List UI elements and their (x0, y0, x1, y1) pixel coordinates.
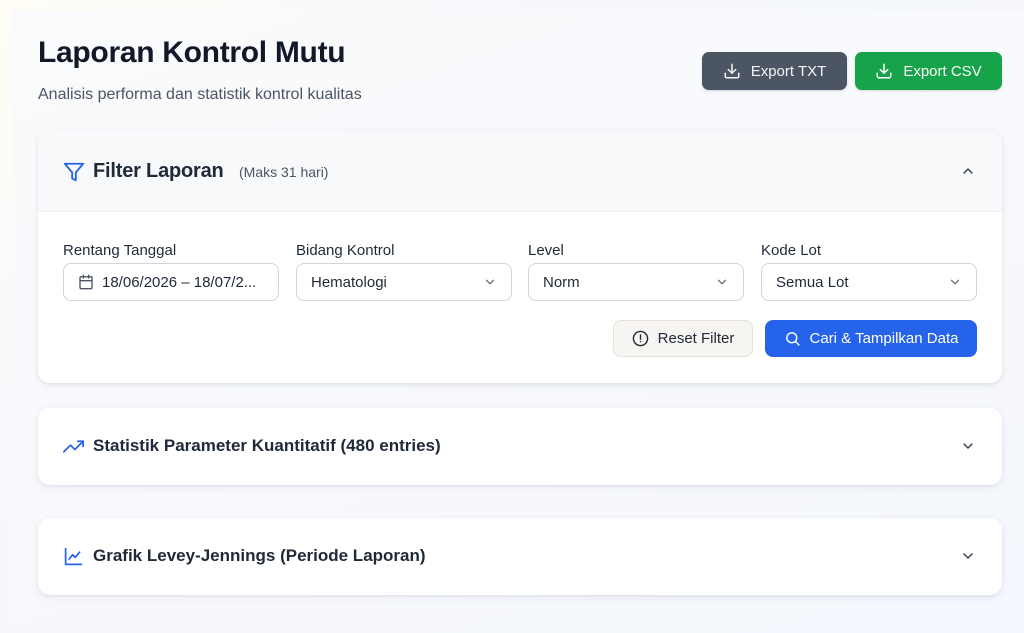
stats-title: Statistik Parameter Kuantitatif (480 ent… (93, 436, 441, 455)
stats-section[interactable]: Statistik Parameter Kuantitatif (480 ent… (38, 408, 1002, 485)
chevron-down-icon[interactable] (960, 548, 976, 564)
filter-title: Filter Laporan (93, 160, 224, 182)
export-csv-button[interactable]: Export CSV (855, 52, 1002, 90)
filter-card: Filter Laporan (Maks 31 hari) Rentang Ta… (38, 131, 1002, 383)
download-icon (876, 63, 892, 79)
search-icon (785, 332, 800, 346)
lot-select[interactable]: Semua Lot (761, 263, 977, 301)
calendar-icon (79, 274, 93, 290)
levey-jennings-section[interactable]: Grafik Levey-Jennings (Periode Laporan) (38, 518, 1002, 595)
reset-filter-label: Reset Filter (657, 330, 735, 347)
bidang-value: Hematologi (311, 273, 387, 291)
filter-icon (63, 162, 85, 182)
trending-up-icon (63, 440, 84, 453)
search-button[interactable]: Cari & Tampilkan Data (765, 320, 977, 357)
chevron-down-icon (485, 279, 495, 285)
filter-note: (Maks 31 hari) (239, 164, 329, 180)
date-range-field[interactable]: 18/06/2026 – 18/07/2... (63, 263, 279, 301)
alert-circle-icon (632, 330, 648, 347)
lot-value: Semua Lot (776, 273, 849, 291)
export-txt-label: Export TXT (750, 62, 827, 80)
export-csv-label: Export CSV (903, 62, 982, 80)
bidang-label: Bidang Kontrol (296, 242, 395, 259)
level-value: Norm (543, 273, 580, 291)
search-label: Cari & Tampilkan Data (809, 330, 959, 347)
level-select[interactable]: Norm (528, 263, 744, 301)
levey-jennings-title: Grafik Levey-Jennings (Periode Laporan) (93, 546, 426, 565)
line-chart-icon (64, 547, 83, 566)
chevron-up-icon[interactable] (960, 163, 976, 179)
page-subtitle: Analisis performa dan statistik kontrol … (38, 86, 362, 103)
chevron-down-icon (717, 279, 727, 285)
date-range-value: 18/06/2026 – 18/07/2... (102, 273, 257, 291)
level-label: Level (528, 242, 564, 259)
date-range-label: Rentang Tanggal (63, 242, 177, 259)
export-txt-button[interactable]: Export TXT (702, 52, 847, 90)
download-icon (724, 63, 740, 79)
lot-label: Kode Lot (761, 242, 822, 259)
chevron-down-icon[interactable] (960, 438, 976, 454)
chevron-down-icon (950, 279, 960, 285)
filter-header[interactable]: Filter Laporan (Maks 31 hari) (38, 131, 1002, 212)
bidang-select[interactable]: Hematologi (296, 263, 512, 301)
reset-filter-button[interactable]: Reset Filter (613, 320, 753, 357)
page-title: Laporan Kontrol Mutu (38, 36, 346, 69)
